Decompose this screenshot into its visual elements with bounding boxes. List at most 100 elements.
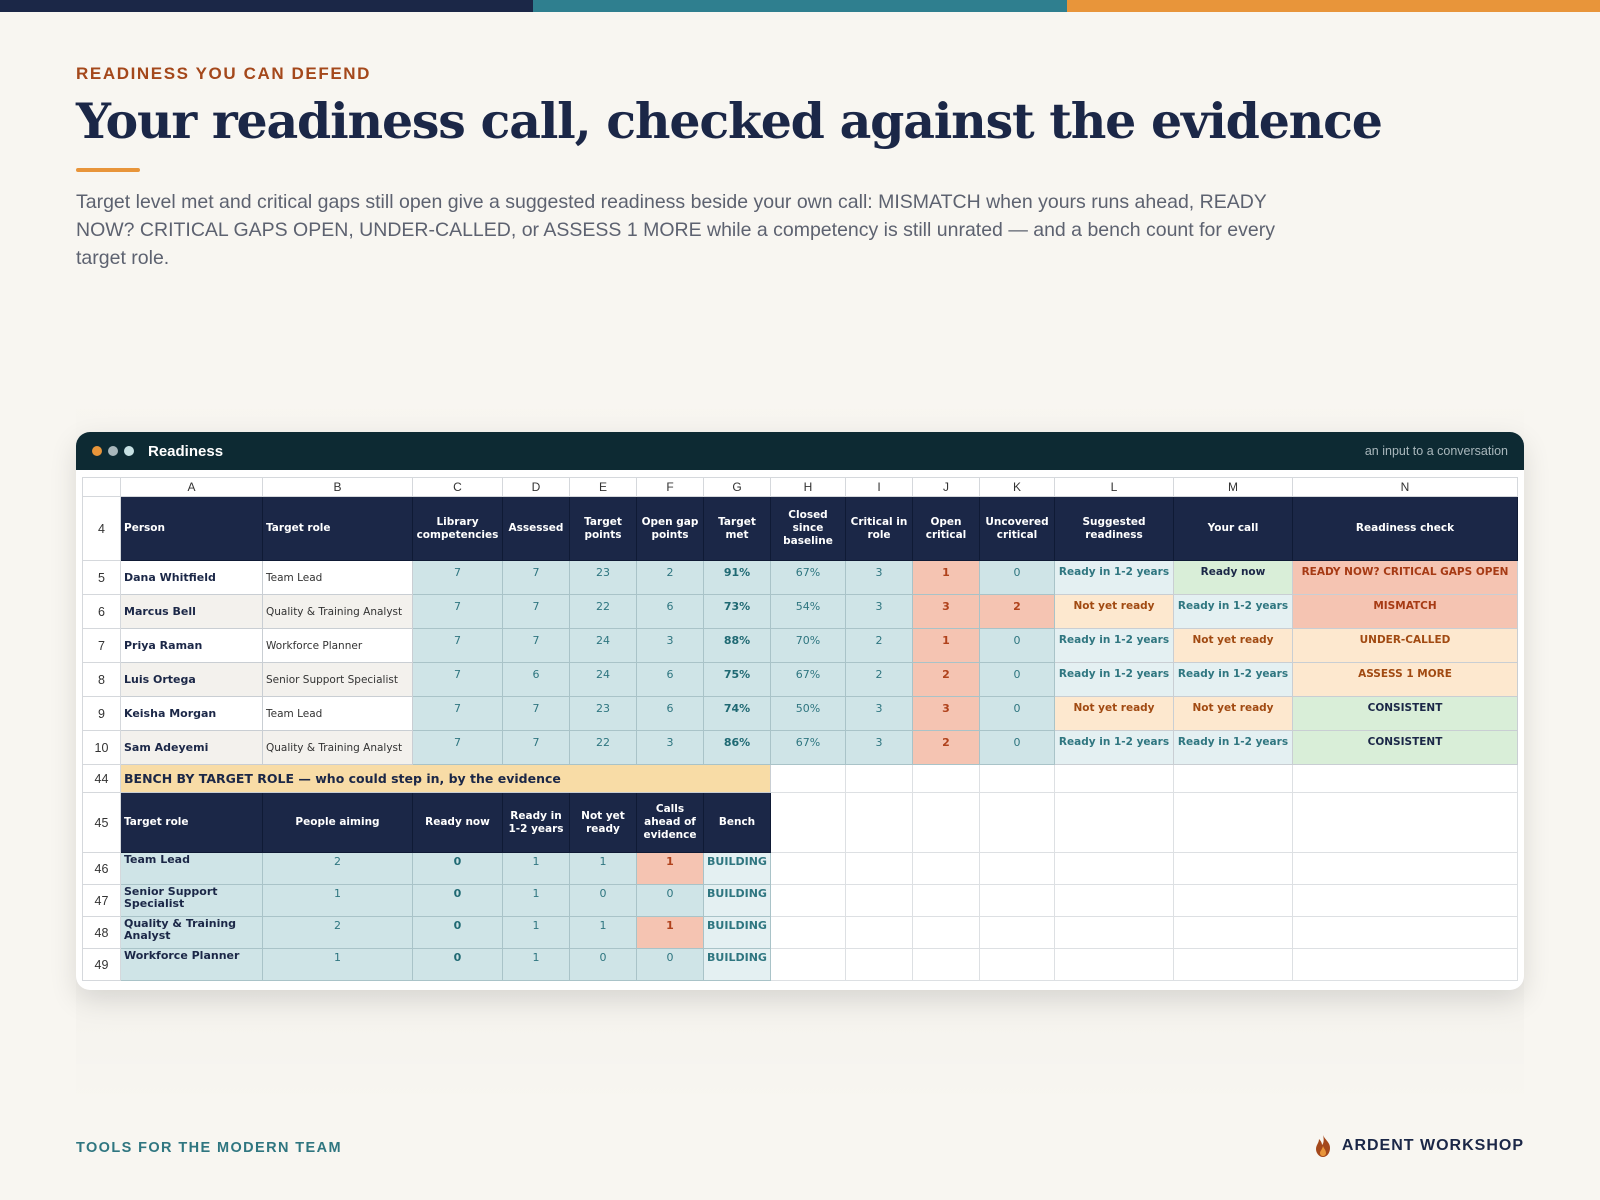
target-role-cell[interactable]: Team Lead [262,560,413,595]
critical-in-role-cell[interactable]: 3 [845,730,913,765]
target-points-cell[interactable]: 24 [569,662,637,697]
open-critical-cell[interactable]: 3 [912,696,980,731]
person-cell[interactable]: Luis Ortega [120,662,263,697]
empty-cell[interactable] [979,948,1055,981]
empty-cell[interactable] [1173,764,1293,793]
empty-cell[interactable] [1054,884,1174,917]
person-cell[interactable]: Keisha Morgan [120,696,263,731]
calls-ahead-of-evidence-cell[interactable]: 1 [636,916,704,949]
empty-cell[interactable] [979,916,1055,949]
people-aiming-cell[interactable]: 2 [262,852,413,885]
readiness-check-cell[interactable]: ASSESS 1 MORE [1292,662,1518,697]
library-competencies-cell[interactable]: 7 [412,696,503,731]
target-met-cell[interactable]: 88% [703,628,771,663]
people-aiming-cell[interactable]: 1 [262,884,413,917]
assessed-cell[interactable]: 7 [502,730,570,765]
calls-ahead-of-evidence-cell[interactable]: 0 [636,884,704,917]
open-critical-cell[interactable]: 1 [912,628,980,663]
open-gap-points-cell[interactable]: 6 [636,696,704,731]
ready-now-cell[interactable]: 0 [412,884,503,917]
target-points-cell[interactable]: 23 [569,560,637,595]
readiness-check-cell[interactable]: UNDER-CALLED [1292,628,1518,663]
empty-cell[interactable] [770,884,846,917]
empty-cell[interactable] [845,764,913,793]
open-gap-points-cell[interactable]: 6 [636,662,704,697]
open-gap-points-cell[interactable]: 2 [636,560,704,595]
closed-since-baseline-cell[interactable]: 50% [770,696,846,731]
uncovered-critical-cell[interactable]: 0 [979,560,1055,595]
bench-role-cell[interactable]: Team Lead [120,852,263,885]
suggested-readiness-cell[interactable]: Ready in 1-2 years [1054,560,1174,595]
suggested-readiness-cell[interactable]: Ready in 1-2 years [1054,662,1174,697]
empty-cell[interactable] [770,764,846,793]
bench-status-cell[interactable]: BUILDING [703,916,771,949]
empty-cell[interactable] [1292,764,1518,793]
empty-cell[interactable] [1292,884,1518,917]
empty-cell[interactable] [1054,852,1174,885]
people-aiming-cell[interactable]: 2 [262,916,413,949]
column-letter[interactable]: L [1054,477,1174,497]
empty-cell[interactable] [1173,916,1293,949]
column-letter[interactable]: B [262,477,413,497]
target-points-cell[interactable]: 22 [569,594,637,629]
column-header[interactable]: Person [120,496,263,561]
column-header[interactable]: Assessed [502,496,570,561]
your-call-cell[interactable]: Ready now [1173,560,1293,595]
column-letter[interactable]: E [569,477,637,497]
person-cell[interactable]: Priya Raman [120,628,263,663]
column-letter[interactable]: N [1292,477,1518,497]
target-met-cell[interactable]: 75% [703,662,771,697]
closed-since-baseline-cell[interactable]: 70% [770,628,846,663]
people-aiming-cell[interactable]: 1 [262,948,413,981]
ready-in-1-2-years-cell[interactable]: 1 [502,948,570,981]
bench-column-header[interactable]: Not yet ready [569,792,637,853]
empty-cell[interactable] [912,852,980,885]
closed-since-baseline-cell[interactable]: 67% [770,730,846,765]
library-competencies-cell[interactable]: 7 [412,560,503,595]
column-header[interactable]: Target role [262,496,413,561]
bench-role-cell[interactable]: Workforce Planner [120,948,263,981]
column-header[interactable]: Suggested readiness [1054,496,1174,561]
open-critical-cell[interactable]: 1 [912,560,980,595]
person-cell[interactable]: Marcus Bell [120,594,263,629]
library-competencies-cell[interactable]: 7 [412,662,503,697]
target-met-cell[interactable]: 86% [703,730,771,765]
readiness-check-cell[interactable]: READY NOW? CRITICAL GAPS OPEN [1292,560,1518,595]
assessed-cell[interactable]: 7 [502,560,570,595]
assessed-cell[interactable]: 7 [502,696,570,731]
bench-column-header[interactable]: Ready now [412,792,503,853]
empty-cell[interactable] [770,792,846,853]
open-gap-points-cell[interactable]: 3 [636,730,704,765]
assessed-cell[interactable]: 6 [502,662,570,697]
column-letter[interactable]: D [502,477,570,497]
bench-role-cell[interactable]: Quality & Training Analyst [120,916,263,949]
library-competencies-cell[interactable]: 7 [412,594,503,629]
target-met-cell[interactable]: 73% [703,594,771,629]
column-header[interactable]: Library competencies [412,496,503,561]
empty-cell[interactable] [1054,764,1174,793]
column-header[interactable]: Readiness check [1292,496,1518,561]
open-critical-cell[interactable]: 3 [912,594,980,629]
empty-cell[interactable] [770,916,846,949]
empty-cell[interactable] [979,852,1055,885]
uncovered-critical-cell[interactable]: 0 [979,628,1055,663]
empty-cell[interactable] [1292,948,1518,981]
open-critical-cell[interactable]: 2 [912,730,980,765]
empty-cell[interactable] [770,948,846,981]
assessed-cell[interactable]: 7 [502,594,570,629]
not-yet-ready-cell[interactable]: 0 [569,884,637,917]
column-letter[interactable]: A [120,477,263,497]
readiness-check-cell[interactable]: CONSISTENT [1292,696,1518,731]
empty-cell[interactable] [912,884,980,917]
target-met-cell[interactable]: 74% [703,696,771,731]
open-gap-points-cell[interactable]: 6 [636,594,704,629]
your-call-cell[interactable]: Not yet ready [1173,628,1293,663]
column-letter[interactable]: I [845,477,913,497]
empty-cell[interactable] [1173,852,1293,885]
suggested-readiness-cell[interactable]: Ready in 1-2 years [1054,628,1174,663]
bench-status-cell[interactable]: BUILDING [703,852,771,885]
your-call-cell[interactable]: Ready in 1-2 years [1173,662,1293,697]
uncovered-critical-cell[interactable]: 2 [979,594,1055,629]
target-met-cell[interactable]: 91% [703,560,771,595]
empty-cell[interactable] [1173,884,1293,917]
